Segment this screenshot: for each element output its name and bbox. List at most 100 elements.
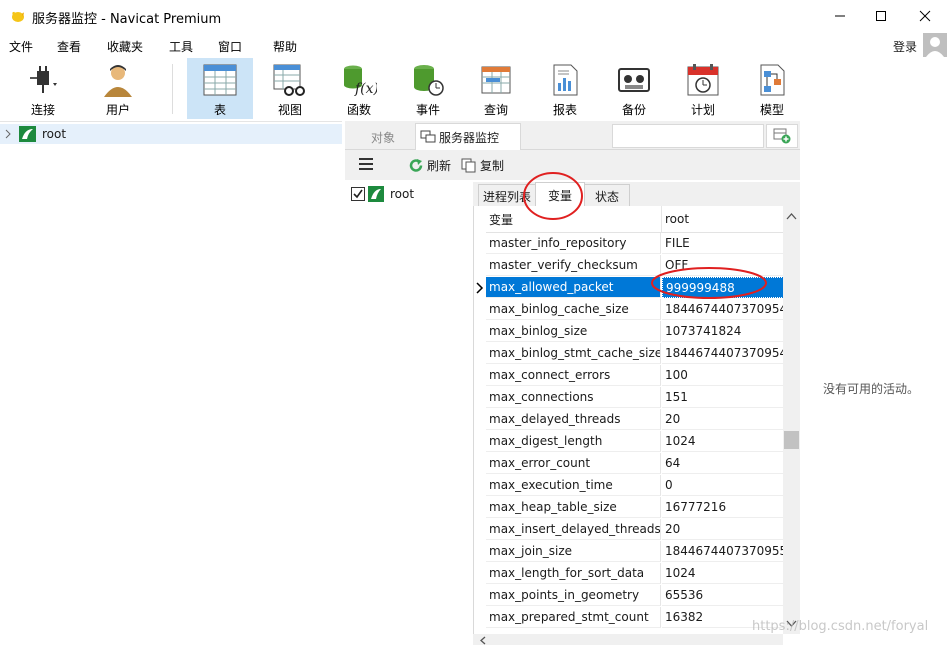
add-button[interactable] [766,124,798,148]
row-indicator [474,387,486,409]
cell-variable-name[interactable]: max_length_for_sort_data [486,563,661,584]
cell-variable-name[interactable]: max_prepared_stmt_count [486,607,661,628]
horizontal-scrollbar[interactable] [473,634,783,645]
table-row[interactable]: max_execution_time 0 [474,475,784,497]
event-button[interactable]: 事件 [395,58,461,119]
tab-status[interactable]: 状态 [584,184,630,207]
menu-favorites[interactable]: 收藏夹 [107,38,143,55]
checkbox-checked-icon[interactable] [351,187,365,201]
cell-variable-name[interactable]: max_allowed_packet [486,277,661,298]
cell-variable-value[interactable]: 1024 [662,563,784,584]
cell-variable-value[interactable]: 100 [662,365,784,386]
vertical-scrollbar[interactable] [783,206,800,634]
table-row[interactable]: max_binlog_size 1073741824 [474,321,784,343]
table-row[interactable]: max_join_size 18446744073709551 [474,541,784,563]
table-row[interactable]: max_prepared_stmt_count 16382 [474,607,784,629]
tab-server-monitor[interactable]: 服务器监控 [415,123,521,150]
cell-variable-value[interactable]: FILE [662,233,784,254]
query-button[interactable]: 查询 [463,58,529,119]
cell-variable-name[interactable]: master_info_repository [486,233,661,254]
menu-window[interactable]: 窗口 [218,38,242,55]
cell-variable-name[interactable]: max_points_in_geometry [486,585,661,606]
cell-variable-value[interactable]: 1073741824 [662,321,784,342]
cell-variable-value[interactable]: 64 [662,453,784,474]
cell-variable-name[interactable]: master_verify_checksum [486,255,661,276]
report-button[interactable]: 报表 [532,58,598,119]
scroll-left-icon[interactable] [479,636,487,645]
menu-help[interactable]: 帮助 [273,38,297,55]
copy-button[interactable]: 复制 [461,157,504,174]
table-row[interactable]: max_heap_table_size 16777216 [474,497,784,519]
function-button[interactable]: f(x) 函数 [326,58,392,119]
cell-variable-value[interactable]: 151 [662,387,784,408]
cell-variable-name[interactable]: max_connections [486,387,661,408]
cell-variable-value[interactable]: OFF [662,255,784,276]
tab-variables[interactable]: 变量 [535,182,585,207]
maximize-button[interactable] [858,0,904,32]
cell-variable-value[interactable]: 999999488 [662,277,784,298]
model-button[interactable]: 模型 [739,58,805,119]
menu-file[interactable]: 文件 [9,38,33,55]
cell-variable-name[interactable]: max_binlog_stmt_cache_size [486,343,661,364]
cell-variable-value[interactable]: 18446744073709547 [662,299,784,320]
close-button[interactable] [902,0,947,32]
user-button[interactable]: 用户 [85,58,151,119]
cell-variable-name[interactable]: max_execution_time [486,475,661,496]
menu-tools[interactable]: 工具 [169,38,193,55]
cell-variable-name[interactable]: max_error_count [486,453,661,474]
table-row[interactable]: max_binlog_stmt_cache_size 18446744073709… [474,343,784,365]
cell-variable-name[interactable]: max_connect_errors [486,365,661,386]
table-row[interactable]: max_binlog_cache_size 18446744073709547 [474,299,784,321]
tab-process-list-label: 进程列表 [482,189,531,204]
table-row[interactable]: max_delayed_threads 20 [474,409,784,431]
row-indicator [474,563,486,585]
cell-variable-value[interactable]: 20 [662,519,784,540]
menu-view[interactable]: 查看 [57,38,81,55]
tab-status-label: 状态 [594,189,619,204]
cell-variable-value[interactable]: 18446744073709547 [662,343,784,364]
login-link[interactable]: 登录 [893,38,917,55]
cell-variable-name[interactable]: max_heap_table_size [486,497,661,518]
cell-variable-name[interactable]: max_binlog_cache_size [486,299,661,320]
cell-variable-value[interactable]: 1024 [662,431,784,452]
table-row[interactable]: master_verify_checksum OFF [474,255,784,277]
server-item-root[interactable]: root [351,186,466,204]
cell-variable-name[interactable]: max_insert_delayed_threads [486,519,661,540]
connect-button[interactable]: 连接 [10,58,76,119]
view-button[interactable]: 视图 [257,58,323,119]
table-row[interactable]: max_error_count 64 [474,453,784,475]
scroll-up-icon[interactable] [786,212,797,220]
tab-objects[interactable]: 对象 [353,125,413,149]
cell-variable-name[interactable]: max_delayed_threads [486,409,661,430]
minimize-button[interactable] [817,0,863,32]
table-row[interactable]: max_digest_length 1024 [474,431,784,453]
chevron-right-icon[interactable] [4,129,12,139]
scrollbar-thumb[interactable] [784,431,799,449]
search-input[interactable] [612,124,764,148]
cell-variable-name[interactable]: max_digest_length [486,431,661,452]
column-header-root[interactable]: root [662,206,784,233]
cell-variable-value[interactable]: 16777216 [662,497,784,518]
table-row[interactable]: max_allowed_packet 999999488 [474,277,784,299]
avatar[interactable] [923,33,947,57]
table-row[interactable]: max_length_for_sort_data 1024 [474,563,784,585]
hamburger-menu-icon[interactable] [359,158,373,170]
cell-variable-value[interactable]: 65536 [662,585,784,606]
table-row[interactable]: max_connections 151 [474,387,784,409]
refresh-button[interactable]: 刷新 [409,157,451,174]
cell-variable-name[interactable]: max_join_size [486,541,661,562]
cell-variable-value[interactable]: 0 [662,475,784,496]
column-header-variable[interactable]: 变量 [486,206,662,233]
cell-variable-value[interactable]: 18446744073709551 [662,541,784,562]
tree-item-root[interactable]: root [0,124,342,144]
backup-button[interactable]: 备份 [601,58,667,119]
cell-variable-value[interactable]: 20 [662,409,784,430]
table-row[interactable]: master_info_repository FILE [474,233,784,255]
tab-process-list[interactable]: 进程列表 [478,184,536,207]
table-button[interactable]: 表 [187,58,253,119]
table-row[interactable]: max_points_in_geometry 65536 [474,585,784,607]
schedule-button[interactable]: 计划 [670,58,736,119]
cell-variable-name[interactable]: max_binlog_size [486,321,661,342]
table-row[interactable]: max_insert_delayed_threads 20 [474,519,784,541]
table-row[interactable]: max_connect_errors 100 [474,365,784,387]
